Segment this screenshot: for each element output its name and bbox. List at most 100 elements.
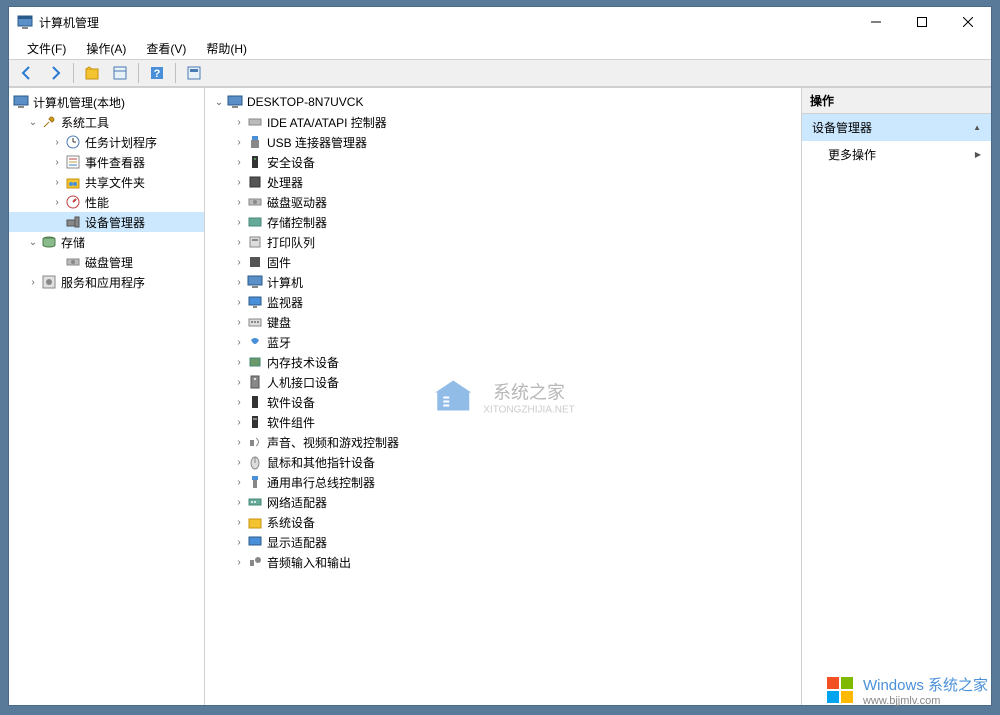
device-category-label: 显示适配器 — [267, 534, 327, 551]
tree-root[interactable]: 计算机管理(本地) — [9, 92, 204, 112]
forward-button[interactable] — [43, 61, 67, 85]
menu-view[interactable]: 查看(V) — [138, 38, 194, 59]
expand-icon[interactable]: › — [233, 536, 245, 548]
tree-disk-management[interactable]: 磁盘管理 — [9, 252, 204, 272]
expand-icon[interactable]: › — [51, 136, 63, 148]
device-category[interactable]: › 软件组件 — [205, 412, 801, 432]
expand-icon[interactable]: › — [233, 336, 245, 348]
tree-task-scheduler[interactable]: › 任务计划程序 — [9, 132, 204, 152]
device-category[interactable]: ›音频输入和输出 — [205, 552, 801, 572]
device-category[interactable]: ›系统设备 — [205, 512, 801, 532]
tree-shared-folders[interactable]: › 共享文件夹 — [9, 172, 204, 192]
device-category-label: 处理器 — [267, 174, 303, 191]
expand-icon[interactable]: › — [233, 296, 245, 308]
expand-icon[interactable]: › — [233, 436, 245, 448]
device-root[interactable]: ⌄ DESKTOP-8N7UVCK — [205, 92, 801, 112]
up-button[interactable] — [80, 61, 104, 85]
expand-icon[interactable]: › — [233, 156, 245, 168]
expand-icon[interactable]: › — [233, 276, 245, 288]
expand-icon[interactable]: › — [233, 416, 245, 428]
expand-icon[interactable]: › — [27, 276, 39, 288]
expand-icon[interactable]: › — [233, 456, 245, 468]
tree-performance[interactable]: › 性能 — [9, 192, 204, 212]
device-category[interactable]: ›内存技术设备 — [205, 352, 801, 372]
device-category[interactable]: › 处理器 — [205, 172, 801, 192]
device-category[interactable]: ›计算机 — [205, 272, 801, 292]
actions-device-manager[interactable]: 设备管理器 ▲ — [802, 114, 991, 141]
device-category[interactable]: ›存储控制器 — [205, 212, 801, 232]
expand-icon[interactable]: › — [233, 256, 245, 268]
storage-icon — [41, 234, 57, 250]
expand-icon[interactable]: › — [233, 316, 245, 328]
refresh-button[interactable] — [182, 61, 206, 85]
device-category[interactable]: › 网络适配器 — [205, 492, 801, 512]
back-button[interactable] — [15, 61, 39, 85]
device-category[interactable]: ›监视器 — [205, 292, 801, 312]
toolbar-separator — [175, 63, 176, 83]
menubar: 文件(F) 操作(A) 查看(V) 帮助(H) — [9, 37, 991, 59]
expand-icon — [51, 216, 63, 228]
performance-icon — [65, 194, 81, 210]
device-category[interactable]: ›磁盘驱动器 — [205, 192, 801, 212]
services-icon — [41, 274, 57, 290]
device-category[interactable]: ›打印队列 — [205, 232, 801, 252]
device-category-icon — [247, 154, 263, 170]
device-category[interactable]: ›固件 — [205, 252, 801, 272]
menu-action[interactable]: 操作(A) — [78, 38, 134, 59]
expand-icon[interactable]: › — [51, 176, 63, 188]
tree-device-manager[interactable]: 设备管理器 — [9, 212, 204, 232]
collapse-icon[interactable]: ⌄ — [27, 236, 39, 248]
device-category-label: 网络适配器 — [267, 494, 327, 511]
expand-icon[interactable]: › — [233, 136, 245, 148]
actions-more[interactable]: 更多操作 ▶ — [802, 141, 991, 168]
expand-icon[interactable]: › — [233, 496, 245, 508]
device-category[interactable]: › 鼠标和其他指针设备 — [205, 452, 801, 472]
expand-icon[interactable]: › — [233, 216, 245, 228]
maximize-button[interactable] — [899, 7, 945, 37]
device-category[interactable]: › USB 连接器管理器 — [205, 132, 801, 152]
device-category[interactable]: ›通用串行总线控制器 — [205, 472, 801, 492]
help-button[interactable]: ? — [145, 61, 169, 85]
windows-logo-icon — [825, 675, 857, 707]
expand-icon[interactable]: › — [233, 376, 245, 388]
navigation-tree[interactable]: 计算机管理(本地) ⌄ 系统工具 › 任务计划程序 › 事件查看器 › 共享文件… — [9, 88, 205, 705]
device-category[interactable]: › 显示适配器 — [205, 532, 801, 552]
close-button[interactable] — [945, 7, 991, 37]
expand-icon[interactable]: › — [51, 156, 63, 168]
collapse-icon[interactable]: ⌄ — [213, 96, 225, 108]
device-category[interactable]: ›键盘 — [205, 312, 801, 332]
expand-icon[interactable]: › — [233, 356, 245, 368]
device-category-label: 软件组件 — [267, 414, 315, 431]
device-category[interactable]: ›声音、视频和游戏控制器 — [205, 432, 801, 452]
menu-file[interactable]: 文件(F) — [19, 38, 74, 59]
expand-icon[interactable]: › — [233, 516, 245, 528]
content-area: 计算机管理(本地) ⌄ 系统工具 › 任务计划程序 › 事件查看器 › 共享文件… — [9, 87, 991, 705]
minimize-button[interactable] — [853, 7, 899, 37]
actions-header: 操作 — [802, 88, 991, 114]
device-category[interactable]: ›软件设备 — [205, 392, 801, 412]
expand-icon[interactable]: › — [233, 236, 245, 248]
tree-event-viewer[interactable]: › 事件查看器 — [9, 152, 204, 172]
tree-services-apps[interactable]: › 服务和应用程序 — [9, 272, 204, 292]
device-tree[interactable]: ⌄ DESKTOP-8N7UVCK ›IDE ATA/ATAPI 控制器 › USB… — [205, 88, 801, 705]
expand-icon[interactable]: › — [233, 556, 245, 568]
expand-icon[interactable]: › — [233, 196, 245, 208]
device-category-label: 鼠标和其他指针设备 — [267, 454, 375, 471]
expand-icon[interactable]: › — [233, 396, 245, 408]
device-category-label: USB 连接器管理器 — [267, 134, 367, 151]
device-category[interactable]: ›人机接口设备 — [205, 372, 801, 392]
properties-button[interactable] — [108, 61, 132, 85]
expand-icon[interactable]: › — [233, 176, 245, 188]
menu-help[interactable]: 帮助(H) — [198, 38, 255, 59]
tree-storage[interactable]: ⌄ 存储 — [9, 232, 204, 252]
device-category[interactable]: ›蓝牙 — [205, 332, 801, 352]
device-category[interactable]: ›IDE ATA/ATAPI 控制器 — [205, 112, 801, 132]
expand-icon[interactable]: › — [51, 196, 63, 208]
window-title: 计算机管理 — [39, 14, 853, 31]
expand-icon[interactable]: › — [233, 476, 245, 488]
device-category[interactable]: ›安全设备 — [205, 152, 801, 172]
expand-icon[interactable]: › — [233, 116, 245, 128]
tree-system-tools[interactable]: ⌄ 系统工具 — [9, 112, 204, 132]
device-category-icon — [247, 134, 263, 150]
collapse-icon[interactable]: ⌄ — [27, 116, 39, 128]
